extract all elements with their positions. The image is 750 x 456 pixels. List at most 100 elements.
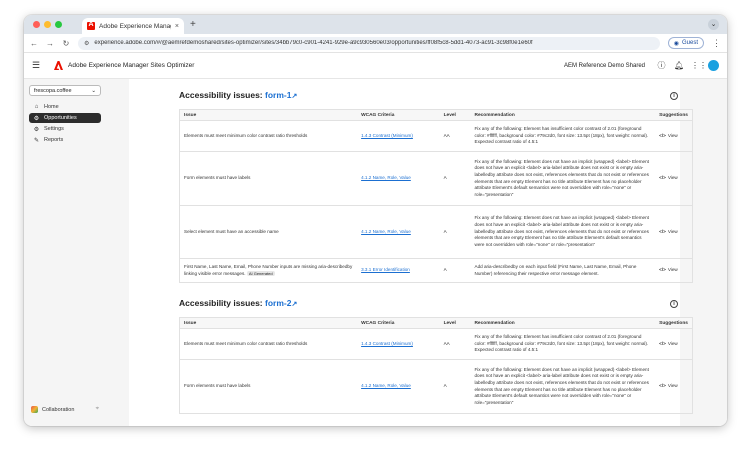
- url-bar[interactable]: ⚙ experience.adobe.com/#/@aemrefdemoshar…: [78, 36, 660, 50]
- profile-button[interactable]: ◉ Guest: [667, 37, 704, 49]
- reload-icon[interactable]: ↻: [62, 39, 70, 48]
- chevron-down-icon: ⌄: [91, 87, 96, 94]
- level-cell: AA: [439, 120, 471, 152]
- collaboration-icon: [31, 406, 38, 413]
- adobe-logo-icon: [54, 61, 63, 70]
- browser-window: Adobe Experience Manager S × + ⌄ ← → ↻ ⚙…: [24, 15, 727, 426]
- tab-search-chevron-icon[interactable]: ⌄: [708, 19, 719, 30]
- sidebar-item-label: Home: [44, 104, 59, 110]
- view-button[interactable]: </> View: [659, 267, 678, 274]
- new-tab-button[interactable]: +: [190, 19, 196, 30]
- wcag-cell: 4.1.2 Name, Role, Value: [357, 359, 440, 414]
- view-label: View: [667, 175, 678, 181]
- profile-icon: ◉: [673, 40, 679, 47]
- table-row: Elements must meet minimum color contras…: [179, 328, 693, 360]
- wcag-link[interactable]: 4.1.2 Name, Role, Value: [361, 383, 411, 388]
- issues-table: Issue WCAG Criteria Level Recommendation…: [179, 109, 693, 283]
- tab-strip: Adobe Experience Manager S × + ⌄: [24, 15, 727, 34]
- column-header-issue: Issue: [179, 317, 358, 329]
- apps-grid-icon[interactable]: ⋮⋮: [691, 61, 707, 70]
- suggestions-cell: </> View: [655, 359, 693, 414]
- back-arrow-icon[interactable]: ←: [30, 39, 38, 48]
- app-header: ☰ Adobe Experience Manager Sites Optimiz…: [24, 53, 727, 79]
- table-header-row: Issue WCAG Criteria Level Recommendation…: [179, 109, 693, 121]
- wcag-link[interactable]: 1.4.3 Contrast (Minimum): [361, 133, 413, 138]
- reports-icon: ✎: [33, 137, 40, 144]
- sidebar-item-home[interactable]: ⌂ Home: [29, 102, 101, 112]
- section-title: Accessibility issues: form-2↗: [179, 298, 297, 308]
- info-icon[interactable]: i: [670, 92, 678, 100]
- close-window-button[interactable]: [33, 21, 40, 28]
- recommendation-cell: Fix any of the following: Element does n…: [470, 151, 656, 206]
- collaboration-button[interactable]: Collaboration ⌖: [31, 406, 99, 413]
- hamburger-menu-icon[interactable]: ☰: [32, 60, 44, 71]
- view-button[interactable]: </> View: [659, 175, 678, 182]
- sidebar: frescopa.coffee ⌄ ⌂ Home ⚙ Opportunities…: [24, 79, 106, 426]
- table-row: First Name, Last Name, Email, Phone Numb…: [179, 258, 693, 283]
- column-header-wcag: WCAG Criteria: [357, 317, 440, 329]
- forward-arrow-icon[interactable]: →: [46, 39, 54, 48]
- sidebar-item-reports[interactable]: ✎ Reports: [29, 135, 101, 145]
- recommendation-cell: Fix any of the following: Element does n…: [470, 205, 656, 259]
- recommendation-cell: Fix any of the following: Element does n…: [470, 359, 656, 414]
- column-header-suggestions: Suggestions: [655, 109, 693, 121]
- help-icon[interactable]: ⓘ: [657, 61, 666, 70]
- sidebar-item-settings[interactable]: ⚙ Settings: [29, 124, 101, 134]
- column-header-wcag: WCAG Criteria: [357, 109, 440, 121]
- suggestions-cell: </> View: [655, 151, 693, 206]
- form-link[interactable]: form-1: [265, 90, 291, 100]
- collaboration-label: Collaboration: [42, 406, 75, 413]
- opportunities-icon: ⚙: [33, 115, 40, 122]
- sidebar-item-opportunities[interactable]: ⚙ Opportunities: [29, 113, 101, 123]
- adobe-favicon-icon: [87, 21, 95, 30]
- issue-cell: Elements must meet minimum color contras…: [179, 328, 358, 360]
- ai-generated-badge: AI Generated: [246, 270, 275, 277]
- pin-icon[interactable]: ⌖: [96, 406, 99, 413]
- view-button[interactable]: </> View: [659, 229, 678, 236]
- issue-cell: Form elements must have labels: [179, 151, 358, 206]
- site-selector[interactable]: frescopa.coffee ⌄: [29, 85, 101, 96]
- issue-cell: Select element must have an accessible n…: [179, 205, 358, 259]
- column-header-issue: Issue: [179, 109, 358, 121]
- app-body: frescopa.coffee ⌄ ⌂ Home ⚙ Opportunities…: [24, 79, 727, 426]
- sidebar-item-label: Settings: [44, 126, 64, 132]
- notifications-bell-icon[interactable]: 🔔︎: [674, 61, 684, 70]
- wcag-link[interactable]: 3.3.1 Error Identification: [361, 267, 410, 272]
- maximize-window-button[interactable]: [55, 21, 62, 28]
- tab-title: Adobe Experience Manager S: [99, 22, 171, 30]
- recommendation-cell: Fix any of the following: Element has in…: [470, 120, 656, 152]
- wcag-link[interactable]: 4.1.2 Name, Role, Value: [361, 229, 411, 234]
- wcag-cell: 1.4.3 Contrast (Minimum): [357, 120, 440, 152]
- form-link[interactable]: form-2: [265, 298, 291, 308]
- org-switcher[interactable]: AEM Reference Demo Shared: [564, 63, 645, 69]
- wcag-cell: 4.1.2 Name, Role, Value: [357, 205, 440, 259]
- site-selector-value: frescopa.coffee: [34, 87, 72, 94]
- wcag-cell: 4.1.2 Name, Role, Value: [357, 151, 440, 206]
- main-content: Accessibility issues: form-1↗ i Issue WC…: [106, 79, 727, 426]
- level-cell: A: [439, 258, 471, 283]
- view-button[interactable]: </> View: [659, 133, 678, 140]
- wcag-link[interactable]: 4.1.2 Name, Role, Value: [361, 175, 411, 180]
- level-cell: A: [439, 205, 471, 259]
- browser-menu-icon[interactable]: ⋮: [712, 38, 721, 49]
- section-title-prefix: Accessibility issues:: [179, 90, 263, 100]
- info-icon[interactable]: i: [670, 300, 678, 308]
- code-icon: </>: [659, 132, 666, 138]
- browser-tab[interactable]: Adobe Experience Manager S ×: [82, 18, 184, 34]
- view-button[interactable]: </> View: [659, 341, 678, 348]
- table-row: Select element must have an accessible n…: [179, 205, 693, 259]
- external-link-icon[interactable]: ↗: [291, 301, 297, 308]
- home-icon: ⌂: [34, 104, 39, 110]
- view-button[interactable]: </> View: [659, 383, 678, 390]
- user-avatar[interactable]: [708, 60, 719, 71]
- tab-close-button[interactable]: ×: [175, 23, 179, 30]
- wcag-link[interactable]: 1.4.3 Contrast (Minimum): [361, 341, 413, 346]
- level-cell: AA: [439, 328, 471, 360]
- site-info-icon[interactable]: ⚙: [84, 40, 89, 47]
- external-link-icon[interactable]: ↗: [291, 93, 297, 100]
- column-header-recommendation: Recommendation: [470, 109, 656, 121]
- url-text: experience.adobe.com/#/@aemrefdemoshared…: [94, 40, 533, 46]
- section-title: Accessibility issues: form-1↗: [179, 90, 297, 100]
- minimize-window-button[interactable]: [44, 21, 51, 28]
- code-icon: </>: [659, 383, 666, 389]
